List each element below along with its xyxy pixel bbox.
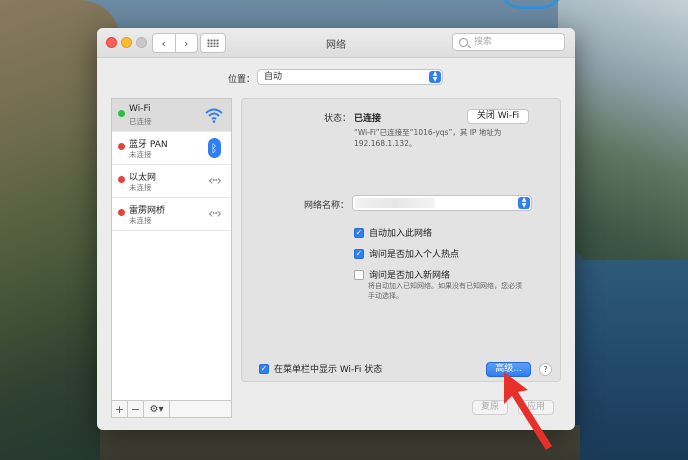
network-name-label: 网络名称： bbox=[304, 201, 350, 211]
status-dot-disconnected bbox=[118, 176, 125, 183]
chevron-updown-icon: ▲ ▼ bbox=[429, 71, 441, 83]
search-input[interactable] bbox=[472, 36, 556, 48]
annotation-arrow-icon bbox=[504, 372, 552, 450]
ask-new-network-description: 将自动加入已知网络。如果没有已知网络，您必须手动选择。 bbox=[368, 282, 522, 300]
service-item-thunderbolt-bridge[interactable]: 雷雳网桥 未连接 ‹··› bbox=[112, 198, 231, 231]
status-label: 状态： bbox=[324, 114, 352, 124]
ask-hotspot-label: 询问是否加入个人热点 bbox=[369, 250, 460, 260]
location-select[interactable]: 自动 ▲ ▼ bbox=[257, 69, 443, 85]
service-item-bluetooth-pan[interactable]: 蓝牙 PAN 未连接 ᛒ bbox=[112, 132, 231, 165]
redacted-network-name bbox=[355, 198, 435, 208]
checkbox-checked[interactable]: ✓ bbox=[354, 227, 364, 238]
bluetooth-icon: ᛒ bbox=[203, 138, 225, 158]
auto-join-checkbox-row[interactable]: ✓ 自动加入此网络 bbox=[354, 226, 432, 239]
ethernet-icon: ‹··› bbox=[207, 206, 222, 222]
service-status: 未连接 bbox=[129, 150, 152, 159]
status-dot-connected bbox=[118, 110, 125, 117]
show-in-menubar-row[interactable]: ✓ 在菜单栏中显示 Wi-Fi 状态 bbox=[259, 362, 382, 375]
show-in-menubar-label: 在菜单栏中显示 Wi-Fi 状态 bbox=[274, 365, 383, 375]
service-name: Wi-Fi bbox=[129, 104, 151, 114]
ask-new-network-checkbox-row[interactable]: 询问是否加入新网络 bbox=[354, 268, 450, 281]
remove-service-button[interactable]: − bbox=[128, 401, 144, 417]
annotation-circle bbox=[498, 0, 564, 9]
wifi-icon bbox=[203, 105, 225, 125]
service-status: 未连接 bbox=[129, 216, 152, 225]
status-description: “Wi-Fi”已连接至“1016-yqs”，其 IP 地址为 192.168.1… bbox=[354, 128, 502, 148]
network-preferences-window: ‹ › 网络 位置： 自动 ▲▼ Wi-Fi 已连接 bbox=[97, 28, 575, 430]
auto-join-label: 自动加入此网络 bbox=[369, 229, 433, 239]
add-service-button[interactable]: + bbox=[112, 401, 128, 417]
service-list-toolbar: + − ⚙▾ bbox=[112, 400, 231, 417]
checkbox-unchecked[interactable] bbox=[354, 269, 364, 280]
service-item-wifi[interactable]: Wi-Fi 已连接 bbox=[112, 99, 231, 132]
network-name-select[interactable]: ▲ ▼ bbox=[352, 195, 532, 211]
titlebar: ‹ › 网络 bbox=[97, 28, 575, 58]
service-status: 已连接 bbox=[129, 117, 152, 126]
ethernet-icon: ‹··› bbox=[207, 173, 222, 189]
action-menu-button[interactable]: ⚙▾ bbox=[144, 401, 170, 417]
status-dot-disconnected bbox=[118, 143, 125, 150]
service-status: 未连接 bbox=[129, 183, 152, 192]
search-icon bbox=[459, 37, 468, 47]
location-label: 位置： bbox=[228, 75, 256, 85]
ask-hotspot-checkbox-row[interactable]: ✓ 询问是否加入个人热点 bbox=[354, 247, 459, 260]
search-box[interactable] bbox=[452, 33, 565, 51]
checkbox-checked[interactable]: ✓ bbox=[259, 363, 269, 374]
desktop-wallpaper-right bbox=[558, 0, 688, 280]
checkbox-checked[interactable]: ✓ bbox=[354, 248, 364, 259]
chevron-updown-icon: ▲ ▼ bbox=[518, 197, 530, 209]
wifi-detail-panel: 状态： 已连接 关闭 Wi-Fi “Wi-Fi”已连接至“1016-yqs”，其… bbox=[241, 98, 561, 382]
service-list: Wi-Fi 已连接 蓝牙 PAN 未连接 ᛒ 以太网 未连接 ‹··› 雷雳网桥… bbox=[111, 98, 232, 418]
service-item-ethernet[interactable]: 以太网 未连接 ‹··› bbox=[112, 165, 231, 198]
status-dot-disconnected bbox=[118, 209, 125, 216]
ask-new-network-label: 询问是否加入新网络 bbox=[369, 271, 451, 281]
status-value: 已连接 bbox=[354, 114, 382, 124]
location-value: 自动 bbox=[264, 72, 283, 82]
turn-off-wifi-button[interactable]: 关闭 Wi-Fi bbox=[467, 109, 529, 124]
